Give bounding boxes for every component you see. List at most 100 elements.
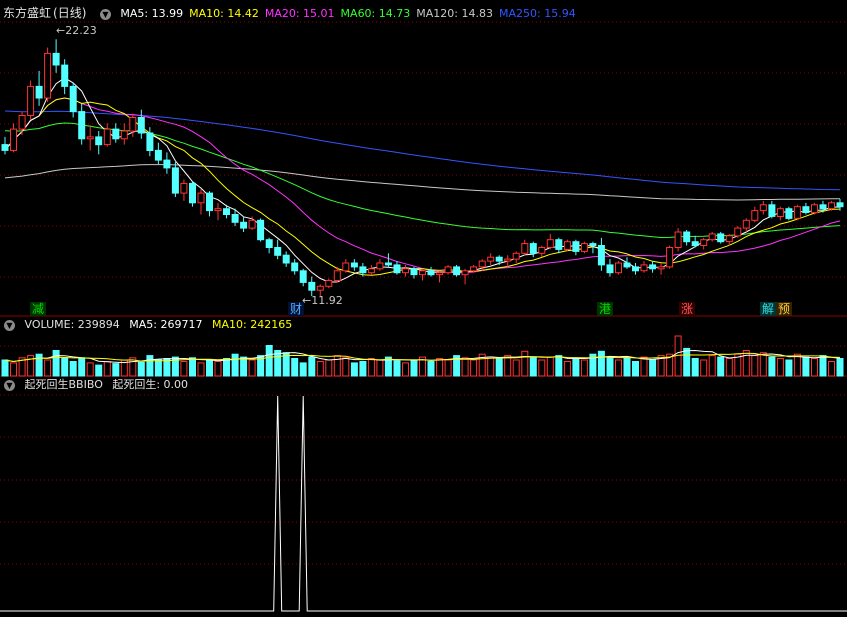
volume-bar [572, 358, 580, 377]
candle-down [691, 241, 699, 247]
stock-name: 东方盛虹 [3, 6, 52, 20]
candle-down [299, 270, 307, 283]
volume-bar [427, 361, 435, 377]
candle-down [529, 243, 537, 254]
candle-up [487, 256, 495, 262]
chevron-down-icon[interactable]: ▼ [4, 319, 15, 331]
candle-down [265, 239, 273, 248]
candle-up [248, 219, 256, 229]
event-tag[interactable]: 预 [776, 302, 793, 316]
chevron-down-icon[interactable]: ▼ [99, 8, 111, 20]
event-tag[interactable]: 减 [30, 302, 47, 316]
volume-bar [325, 359, 333, 377]
candle-down [649, 264, 657, 270]
volume-bar [436, 358, 444, 377]
candle-up [129, 117, 137, 132]
candle-down [802, 206, 810, 213]
ma5-line [4, 77, 840, 283]
indicator-header: ▼ 起死回生BBIBO 起死回生: 0.00 [0, 377, 194, 393]
candle-down [154, 149, 162, 161]
candle-up [734, 227, 742, 237]
high-price-label: ←22.23 [56, 24, 97, 37]
candle-up [44, 52, 52, 99]
candle-down [410, 268, 418, 276]
volume-bar [154, 359, 162, 377]
volume-bar [240, 356, 248, 377]
ma-legend-item: MA250: 15.94 [498, 7, 576, 20]
event-tag[interactable]: 港 [597, 302, 614, 316]
candle-up [325, 280, 333, 287]
volume-bar [538, 359, 546, 377]
candle-down [274, 247, 282, 256]
volume-bar [189, 357, 196, 377]
volume-bar [291, 358, 299, 377]
candle-down [606, 264, 614, 274]
volume-bar [95, 364, 103, 377]
candle-down [350, 262, 358, 268]
candle-down [819, 204, 827, 210]
volume-bar [700, 359, 708, 377]
volume-bar [444, 359, 452, 377]
volume-bar [410, 359, 418, 377]
volume-bar [776, 358, 784, 377]
candle-down [393, 264, 401, 274]
candle-up [10, 128, 17, 151]
volume-header: ▼ VOLUME: 239894 MA5: 269717 MA10: 24216… [0, 317, 298, 333]
volume-bar [512, 359, 520, 377]
volume-bar [10, 362, 17, 377]
main-chart-header: 东方盛虹 (日线) ▼ MA5: 13.99 MA10: 14.42 MA20: 15… [0, 5, 588, 21]
candle-down [1, 144, 9, 151]
candle-down [495, 256, 503, 262]
volume-ma5: MA5: 269717 [129, 318, 203, 331]
candle-down [632, 266, 639, 272]
volume-bar [597, 350, 605, 377]
volume-bar [632, 361, 639, 377]
volume-bar [623, 358, 631, 377]
candle-down [231, 214, 239, 223]
candle-down [453, 266, 461, 276]
volume-bar [342, 357, 350, 377]
volume-bar [86, 362, 94, 377]
volume-bar [214, 361, 222, 377]
ma-legend-item: MA5: 13.99 [120, 7, 184, 20]
volume-bar [197, 362, 205, 377]
candle-up [657, 266, 665, 270]
event-tag[interactable]: 解 [760, 302, 777, 316]
candle-up [376, 262, 384, 270]
candle-up [580, 243, 588, 252]
volume-bar [683, 347, 691, 377]
volume-bar [35, 353, 43, 377]
volume-bar [1, 359, 9, 377]
ma120-line [4, 164, 841, 201]
candle-up [367, 268, 375, 274]
volume-bar [606, 357, 614, 377]
candle-down [146, 132, 154, 151]
volume-bar [742, 350, 750, 377]
candle-down [785, 208, 793, 219]
chevron-down-icon[interactable]: ▼ [4, 379, 15, 391]
volume-bar [223, 358, 230, 377]
volume-bar [751, 355, 759, 377]
candle-up [214, 208, 222, 212]
candle-down [836, 202, 844, 208]
candle-up [402, 268, 409, 274]
candle-down [623, 262, 631, 268]
ma-legend-item: MA20: 15.01 [264, 7, 335, 20]
candle-down [683, 231, 691, 243]
volume-bar [180, 361, 188, 377]
volume-bar [231, 353, 239, 377]
ma-legend-item: MA60: 14.73 [340, 7, 411, 20]
volume-bar [367, 358, 375, 377]
event-tag[interactable]: 财 [288, 302, 305, 316]
volume-bar [504, 355, 512, 377]
candle-down [589, 243, 597, 247]
volume-ma10: MA10: 242165 [211, 318, 293, 331]
kline-chart-canvas[interactable] [0, 0, 847, 617]
volume-bar [580, 359, 588, 377]
candle-down [52, 52, 60, 66]
event-tag[interactable]: 涨 [679, 302, 696, 316]
candle-up [563, 241, 571, 250]
candle-up [18, 115, 26, 130]
volume-bar [802, 356, 810, 377]
period-label: (日线) [53, 6, 87, 20]
